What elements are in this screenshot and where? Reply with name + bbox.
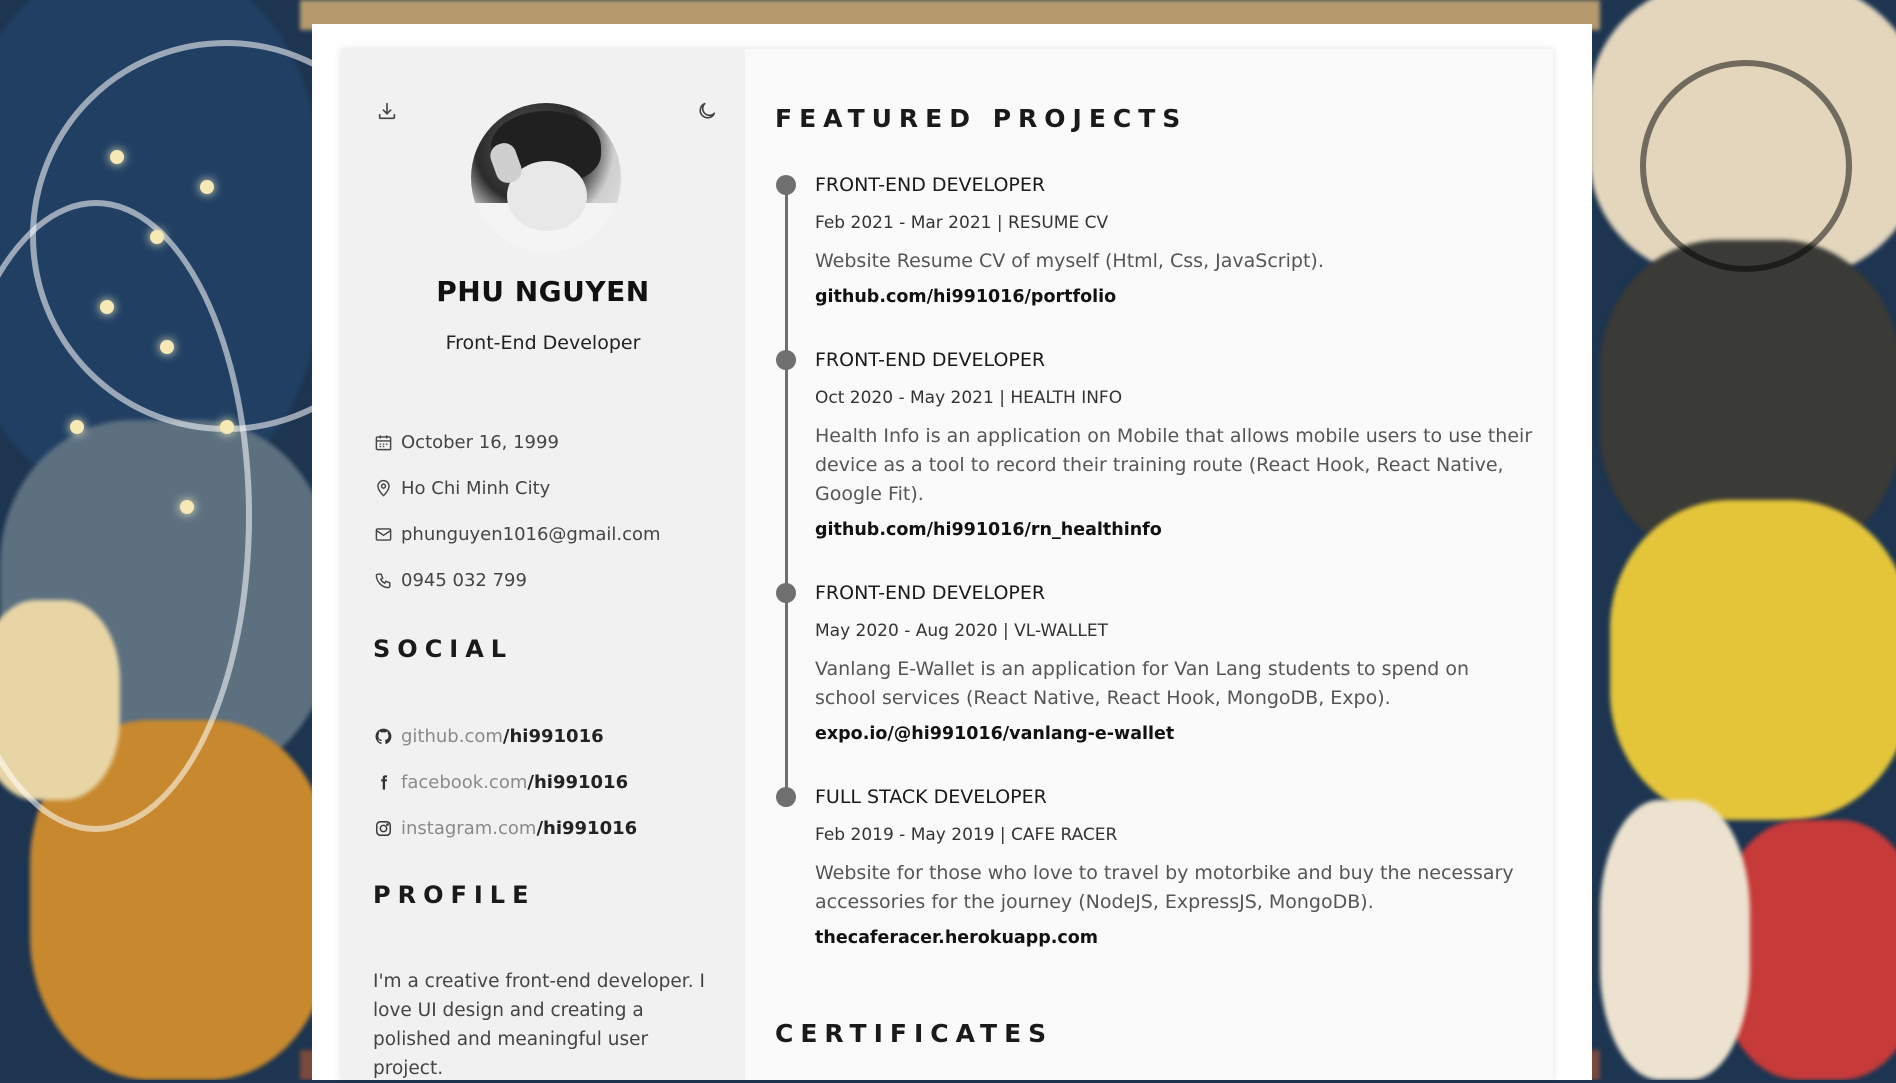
profile-text: I'm a creative front-end developer. I lo…	[373, 971, 705, 1079]
contact-info-list: October 16, 1999 Ho Chi Minh City phungu…	[373, 419, 661, 603]
moon-icon	[696, 100, 718, 126]
facebook-domain: facebook.com	[401, 771, 528, 793]
avatar	[471, 103, 621, 253]
info-email[interactable]: phunguyen1016@gmail.com	[373, 511, 661, 557]
social-item-instagram[interactable]: instagram.com/hi991016	[373, 805, 637, 851]
calendar-icon	[373, 432, 393, 452]
sidebar: PHU NGUYEN Front-End Developer October 1…	[341, 49, 745, 1080]
resume-card: PHU NGUYEN Front-End Developer October 1…	[312, 24, 1592, 1080]
download-icon	[376, 100, 398, 126]
project-link[interactable]: thecaferacer.herokuapp.com	[815, 924, 1535, 952]
location-pin-icon	[373, 478, 393, 498]
project-date: Feb 2021 - Mar 2021 | RESUME CV	[815, 213, 1109, 233]
info-birthday: October 16, 1999	[373, 419, 661, 465]
dark-mode-toggle[interactable]	[693, 99, 721, 127]
project-description: Vanlang E-Wallet is an application for V…	[815, 658, 1470, 709]
project-link[interactable]: expo.io/@hi991016/vanlang-e-wallet	[815, 720, 1535, 748]
profile-section-title: PROFILE	[373, 881, 536, 909]
phone-icon	[373, 570, 393, 590]
certificates-title: CERTIFICATES	[775, 1019, 1054, 1048]
timeline-line	[785, 185, 788, 799]
social-item-github[interactable]: github.com/hi991016	[373, 713, 637, 759]
github-domain: github.com	[401, 725, 503, 747]
project-link[interactable]: github.com/hi991016/portfolio	[815, 283, 1535, 311]
profile-role: Front-End Developer	[445, 332, 641, 354]
timeline-dot	[776, 787, 796, 807]
facebook-handle: /hi991016	[527, 771, 629, 793]
instagram-handle: /hi991016	[536, 817, 638, 839]
github-icon	[373, 726, 393, 746]
social-item-facebook[interactable]: facebook.com/hi991016	[373, 759, 637, 805]
timeline-dot	[776, 583, 796, 603]
email-text: phunguyen1016@gmail.com	[401, 523, 661, 545]
project-item: FRONT-END DEVELOPER May 2020 - Aug 2020 …	[776, 579, 1535, 748]
project-link[interactable]: github.com/hi991016/rn_healthinfo	[815, 516, 1535, 544]
project-date: Feb 2019 - May 2019 | CAFE RACER	[815, 825, 1118, 845]
project-description: Website Resume CV of myself (Html, Css, …	[815, 250, 1324, 272]
social-list: github.com/hi991016 facebook.com/hi99101…	[373, 713, 637, 851]
download-button[interactable]	[373, 99, 401, 127]
resume-container: PHU NGUYEN Front-End Developer October 1…	[341, 49, 1553, 1080]
mail-icon	[373, 524, 393, 544]
featured-projects-title: FEATURED PROJECTS	[775, 104, 1188, 133]
project-date: Oct 2020 - May 2021 | HEALTH INFO	[815, 388, 1123, 408]
project-description: Website for those who love to travel by …	[815, 862, 1514, 913]
facebook-icon	[373, 772, 393, 792]
instagram-domain: instagram.com	[401, 817, 537, 839]
info-location: Ho Chi Minh City	[373, 465, 661, 511]
project-title: FRONT-END DEVELOPER	[815, 174, 1046, 196]
project-item: FRONT-END DEVELOPER Oct 2020 - May 2021 …	[776, 346, 1535, 544]
instagram-icon	[373, 818, 393, 838]
project-description: Health Info is an application on Mobile …	[815, 425, 1533, 505]
project-title: FRONT-END DEVELOPER	[815, 349, 1046, 371]
main-content: FEATURED PROJECTS FRONT-END DEVELOPER Fe…	[745, 49, 1553, 1080]
profile-name: PHU NGUYEN	[436, 275, 650, 308]
project-title: FRONT-END DEVELOPER	[815, 582, 1046, 604]
birthday-text: October 16, 1999	[401, 431, 559, 453]
timeline-dot	[776, 175, 796, 195]
location-text: Ho Chi Minh City	[401, 477, 551, 499]
project-item: FRONT-END DEVELOPER Feb 2021 - Mar 2021 …	[776, 171, 1535, 311]
project-title: FULL STACK DEVELOPER	[815, 786, 1047, 808]
project-date: May 2020 - Aug 2020 | VL-WALLET	[815, 621, 1108, 641]
timeline-dot	[776, 350, 796, 370]
phone-text: 0945 032 799	[401, 569, 527, 591]
social-section-title: SOCIAL	[373, 635, 514, 663]
project-item: FULL STACK DEVELOPER Feb 2019 - May 2019…	[776, 783, 1535, 952]
info-phone[interactable]: 0945 032 799	[373, 557, 661, 603]
github-handle: /hi991016	[502, 725, 604, 747]
